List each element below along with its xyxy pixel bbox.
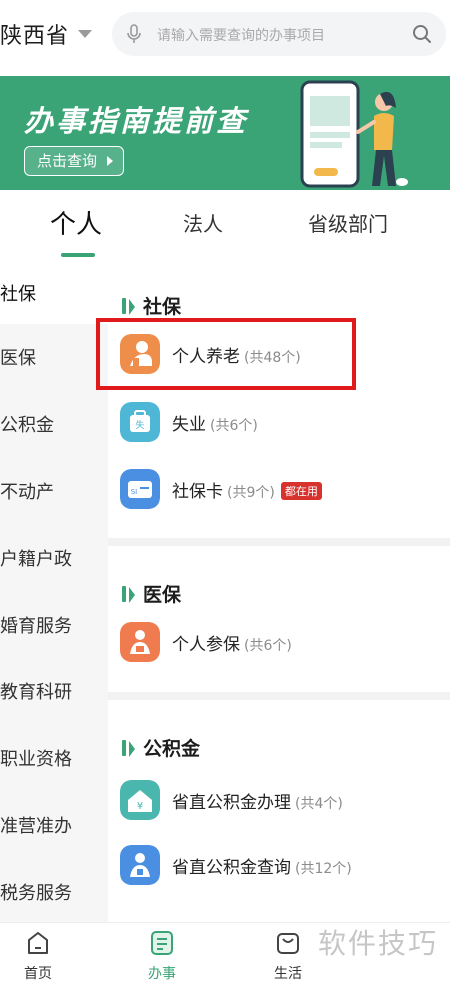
nav-life[interactable]: 生活 bbox=[248, 923, 328, 982]
banner-query-button[interactable]: 点击查询 bbox=[24, 146, 125, 176]
section-housing-fund: 公积金 ¥ 省直公积金办理 (共4个) 省直公积金查询 (共12个) bbox=[108, 700, 450, 922]
service-name: 社保卡 bbox=[172, 482, 223, 502]
category-sidebar: 社保 医保 公积金 不动产 户籍户政 婚育服务 教育科研 职业资格 准营准办 税… bbox=[0, 262, 108, 922]
popular-badge: 都在用 bbox=[280, 482, 322, 500]
service-item-label: 失业 (共6个) bbox=[172, 410, 258, 435]
home-icon bbox=[28, 932, 48, 954]
section-title: 公积金 bbox=[122, 734, 200, 761]
top-bar: 陕西省 请输入需要查询的办事项目 bbox=[0, 0, 450, 70]
nav-label: 办事 bbox=[148, 966, 176, 982]
service-name: 省直公积金办理 bbox=[172, 793, 291, 813]
service-name: 个人参保 bbox=[172, 635, 240, 655]
svg-text:¥: ¥ bbox=[137, 801, 143, 812]
section-title-text: 社保 bbox=[143, 296, 182, 318]
service-name: 失业 bbox=[172, 415, 206, 435]
service-name: 省直公积金查询 bbox=[172, 858, 291, 878]
triangle-right-icon bbox=[107, 156, 114, 166]
active-tab-indicator bbox=[61, 253, 95, 257]
phone-woman-illustration bbox=[300, 80, 408, 188]
tab-legal-person[interactable]: 法人 bbox=[183, 208, 223, 237]
svg-text:失: 失 bbox=[135, 419, 144, 431]
section-marker bbox=[129, 587, 135, 603]
service-item-label: 个人参保 (共6个) bbox=[172, 630, 292, 655]
banner-query-label: 点击查询 bbox=[37, 152, 98, 170]
service-icon bbox=[151, 931, 173, 955]
watermark: 软件技巧 bbox=[318, 927, 439, 960]
service-item-label: 省直公积金办理 (共4个) bbox=[172, 788, 343, 813]
section-marker bbox=[129, 299, 135, 315]
sidebar-item-marriage-childbirth[interactable]: 婚育服务 bbox=[0, 612, 108, 638]
search-input[interactable]: 请输入需要查询的办事项目 bbox=[157, 25, 325, 45]
province-selector[interactable]: 陕西省 bbox=[0, 18, 69, 50]
search-icon[interactable] bbox=[410, 22, 434, 46]
svg-text:SI: SI bbox=[131, 488, 138, 496]
nav-service[interactable]: 办事 bbox=[122, 923, 202, 982]
sidebar-item-professional-qualification[interactable]: 职业资格 bbox=[0, 745, 108, 771]
section-marker bbox=[122, 298, 126, 314]
tab-personal[interactable]: 个人 bbox=[50, 204, 102, 241]
service-item-label: 省直公积金查询 (共12个) bbox=[172, 853, 352, 878]
unemployment-icon: 失 bbox=[120, 402, 160, 442]
section-title: 社保 bbox=[122, 292, 181, 319]
service-count: (共12个) bbox=[295, 861, 352, 877]
section-marker bbox=[122, 586, 126, 602]
sidebar-item-tax-services[interactable]: 税务服务 bbox=[0, 879, 108, 905]
section-title-text: 公积金 bbox=[143, 738, 201, 760]
sidebar-item-business-permit[interactable]: 准营准办 bbox=[0, 812, 108, 838]
highlight-annotation-box bbox=[96, 318, 356, 390]
sidebar-item-real-estate[interactable]: 不动产 bbox=[0, 478, 108, 504]
life-bag-icon bbox=[277, 933, 299, 954]
chevron-down-icon[interactable] bbox=[78, 30, 92, 38]
social-security-card-icon: SI bbox=[120, 469, 160, 509]
service-count: (共9个) bbox=[227, 485, 275, 501]
insurance-icon bbox=[120, 622, 160, 662]
sidebar-item-social-security[interactable]: 社保 bbox=[0, 262, 108, 324]
service-item-social-security-card[interactable]: SI 社保卡 (共9个) 都在用 bbox=[118, 467, 438, 511]
service-count: (共6个) bbox=[210, 418, 258, 434]
tab-provincial-departments[interactable]: 省级部门 bbox=[308, 208, 388, 237]
service-count: (共6个) bbox=[244, 638, 292, 654]
section-medical-insurance: 医保 个人参保 (共6个) bbox=[108, 546, 450, 692]
housing-fund-icon: ¥ bbox=[120, 780, 160, 820]
section-title-text: 医保 bbox=[143, 584, 182, 606]
fund-query-icon bbox=[120, 845, 160, 885]
guide-banner[interactable]: 办事指南提前查 点击查询 bbox=[0, 76, 450, 190]
service-item-provincial-fund-handling[interactable]: ¥ 省直公积金办理 (共4个) bbox=[118, 778, 438, 822]
service-item-unemployment[interactable]: 失 失业 (共6个) bbox=[118, 400, 438, 444]
section-social-security: 社保 个人养老 (共48个) 失 失业 (共6个) SI 社保卡 (共9个) 都… bbox=[108, 262, 450, 538]
section-marker bbox=[122, 740, 126, 756]
banner-title: 办事指南提前查 bbox=[24, 104, 249, 138]
nav-home[interactable]: 首页 bbox=[0, 923, 78, 982]
category-tabs: 个人 法人 省级部门 bbox=[0, 190, 450, 260]
search-box[interactable]: 请输入需要查询的办事项目 bbox=[112, 12, 446, 56]
sidebar-item-household-registration[interactable]: 户籍户政 bbox=[0, 545, 108, 571]
service-item-provincial-fund-query[interactable]: 省直公积金查询 (共12个) bbox=[118, 843, 438, 887]
sidebar-item-education-research[interactable]: 教育科研 bbox=[0, 678, 108, 704]
sidebar-item-medical-insurance[interactable]: 医保 bbox=[0, 344, 108, 370]
sidebar-item-label: 社保 bbox=[0, 284, 36, 305]
service-item-personal-insurance[interactable]: 个人参保 (共6个) bbox=[118, 620, 438, 664]
microphone-icon[interactable] bbox=[122, 22, 146, 46]
sidebar-item-housing-fund[interactable]: 公积金 bbox=[0, 411, 108, 437]
nav-label: 生活 bbox=[274, 966, 302, 982]
section-title: 医保 bbox=[122, 580, 181, 607]
nav-label: 首页 bbox=[24, 966, 52, 982]
service-item-label: 社保卡 (共9个) 都在用 bbox=[172, 477, 322, 502]
service-count: (共4个) bbox=[295, 796, 343, 812]
section-marker bbox=[129, 741, 135, 757]
